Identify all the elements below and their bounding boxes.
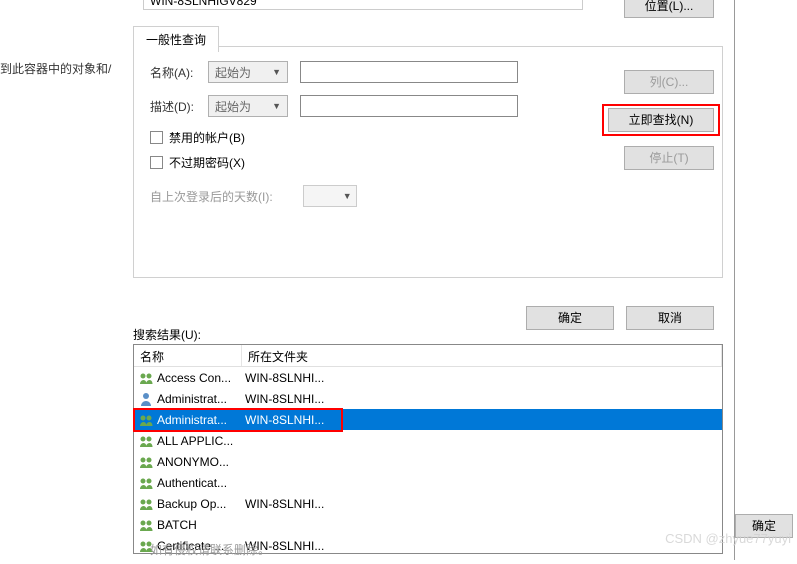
row-folder: WIN-8SLNHI... [243,539,722,553]
row-folder: WIN-8SLNHI... [243,497,722,511]
grid-header: 名称 所在文件夹 [134,345,722,367]
row-folder: WIN-8SLNHI... [243,371,722,385]
checkbox-disabled[interactable] [150,131,163,144]
group-icon [138,496,154,512]
chevron-down-icon: ▼ [272,101,281,111]
name-match-value: 起始为 [215,64,251,81]
row-name: BATCH [157,518,243,532]
desc-match-value: 起始为 [215,98,251,115]
table-row[interactable]: ALL APPLIC... [134,430,722,451]
find-now-button[interactable]: 立即查找(N) [608,108,714,132]
checkbox-noexpire[interactable] [150,156,163,169]
table-row[interactable]: Administrat...WIN-8SLNHI... [134,409,722,430]
cancel-button[interactable]: 取消 [626,306,714,330]
days-label: 自上次登录后的天数(I): [150,188,273,205]
desc-label: 描述(D): [150,98,208,115]
row-name: ALL APPLIC... [157,434,243,448]
desc-input[interactable] [300,95,518,117]
group-icon [138,454,154,470]
col-name[interactable]: 名称 [134,345,242,366]
location-button[interactable]: 位置(L)... [624,0,714,18]
table-row[interactable]: Authenticat... [134,472,722,493]
desc-match-select[interactable]: 起始为 ▼ [208,95,288,117]
col-folder[interactable]: 所在文件夹 [242,345,722,366]
row-name: Authenticat... [157,476,243,490]
table-row[interactable]: BATCH [134,514,722,535]
row-name: Administrat... [157,392,243,406]
row-name: Administrat... [157,413,243,427]
checkbox-disabled-label: 禁用的帐户(B) [169,129,245,146]
name-input[interactable] [300,61,518,83]
table-row[interactable]: Access Con...WIN-8SLNHI... [134,367,722,388]
row-name: Backup Op... [157,497,243,511]
location-field[interactable]: WIN-8SLNHIGV829 [143,0,583,10]
watermark: CSDN @zhyue77yuyi [665,531,791,546]
group-icon [138,433,154,449]
chevron-down-icon: ▼ [343,191,352,201]
group-icon [138,412,154,428]
table-row[interactable]: Administrat...WIN-8SLNHI... [134,388,722,409]
noexpire-row[interactable]: 不过期密码(X) [150,154,706,171]
name-row: 名称(A): 起始为 ▼ [150,61,706,83]
grid-body[interactable]: Access Con...WIN-8SLNHI...Administrat...… [134,367,722,553]
bottom-hint: 如有侵权请联系删除。 [150,541,270,558]
columns-button[interactable]: 列(C)... [624,70,714,94]
group-icon [138,517,154,533]
user-icon [138,391,154,407]
row-folder: WIN-8SLNHI... [243,392,722,406]
table-row[interactable]: ANONYMO... [134,451,722,472]
background-text: 到此容器中的对象和/ [0,60,111,77]
group-icon [138,370,154,386]
table-row[interactable]: Backup Op...WIN-8SLNHI... [134,493,722,514]
stop-button[interactable]: 停止(T) [624,146,714,170]
days-row: 自上次登录后的天数(I): ▼ [150,185,706,207]
name-match-select[interactable]: 起始为 ▼ [208,61,288,83]
days-spinner: ▼ [303,185,357,207]
ok-button[interactable]: 确定 [526,306,614,330]
results-label: 搜索结果(U): [133,326,201,343]
chevron-down-icon: ▼ [272,67,281,77]
row-name: Access Con... [157,371,243,385]
row-name: ANONYMO... [157,455,243,469]
results-grid: 名称 所在文件夹 Access Con...WIN-8SLNHI...Admin… [133,344,723,554]
group-icon [138,475,154,491]
find-dialog: WIN-8SLNHIGV829 位置(L)... 一般性查询 名称(A): 起始… [123,0,735,560]
name-label: 名称(A): [150,64,208,81]
tab-general-query[interactable]: 一般性查询 [133,26,219,52]
row-folder: WIN-8SLNHI... [243,413,722,427]
checkbox-noexpire-label: 不过期密码(X) [169,154,245,171]
